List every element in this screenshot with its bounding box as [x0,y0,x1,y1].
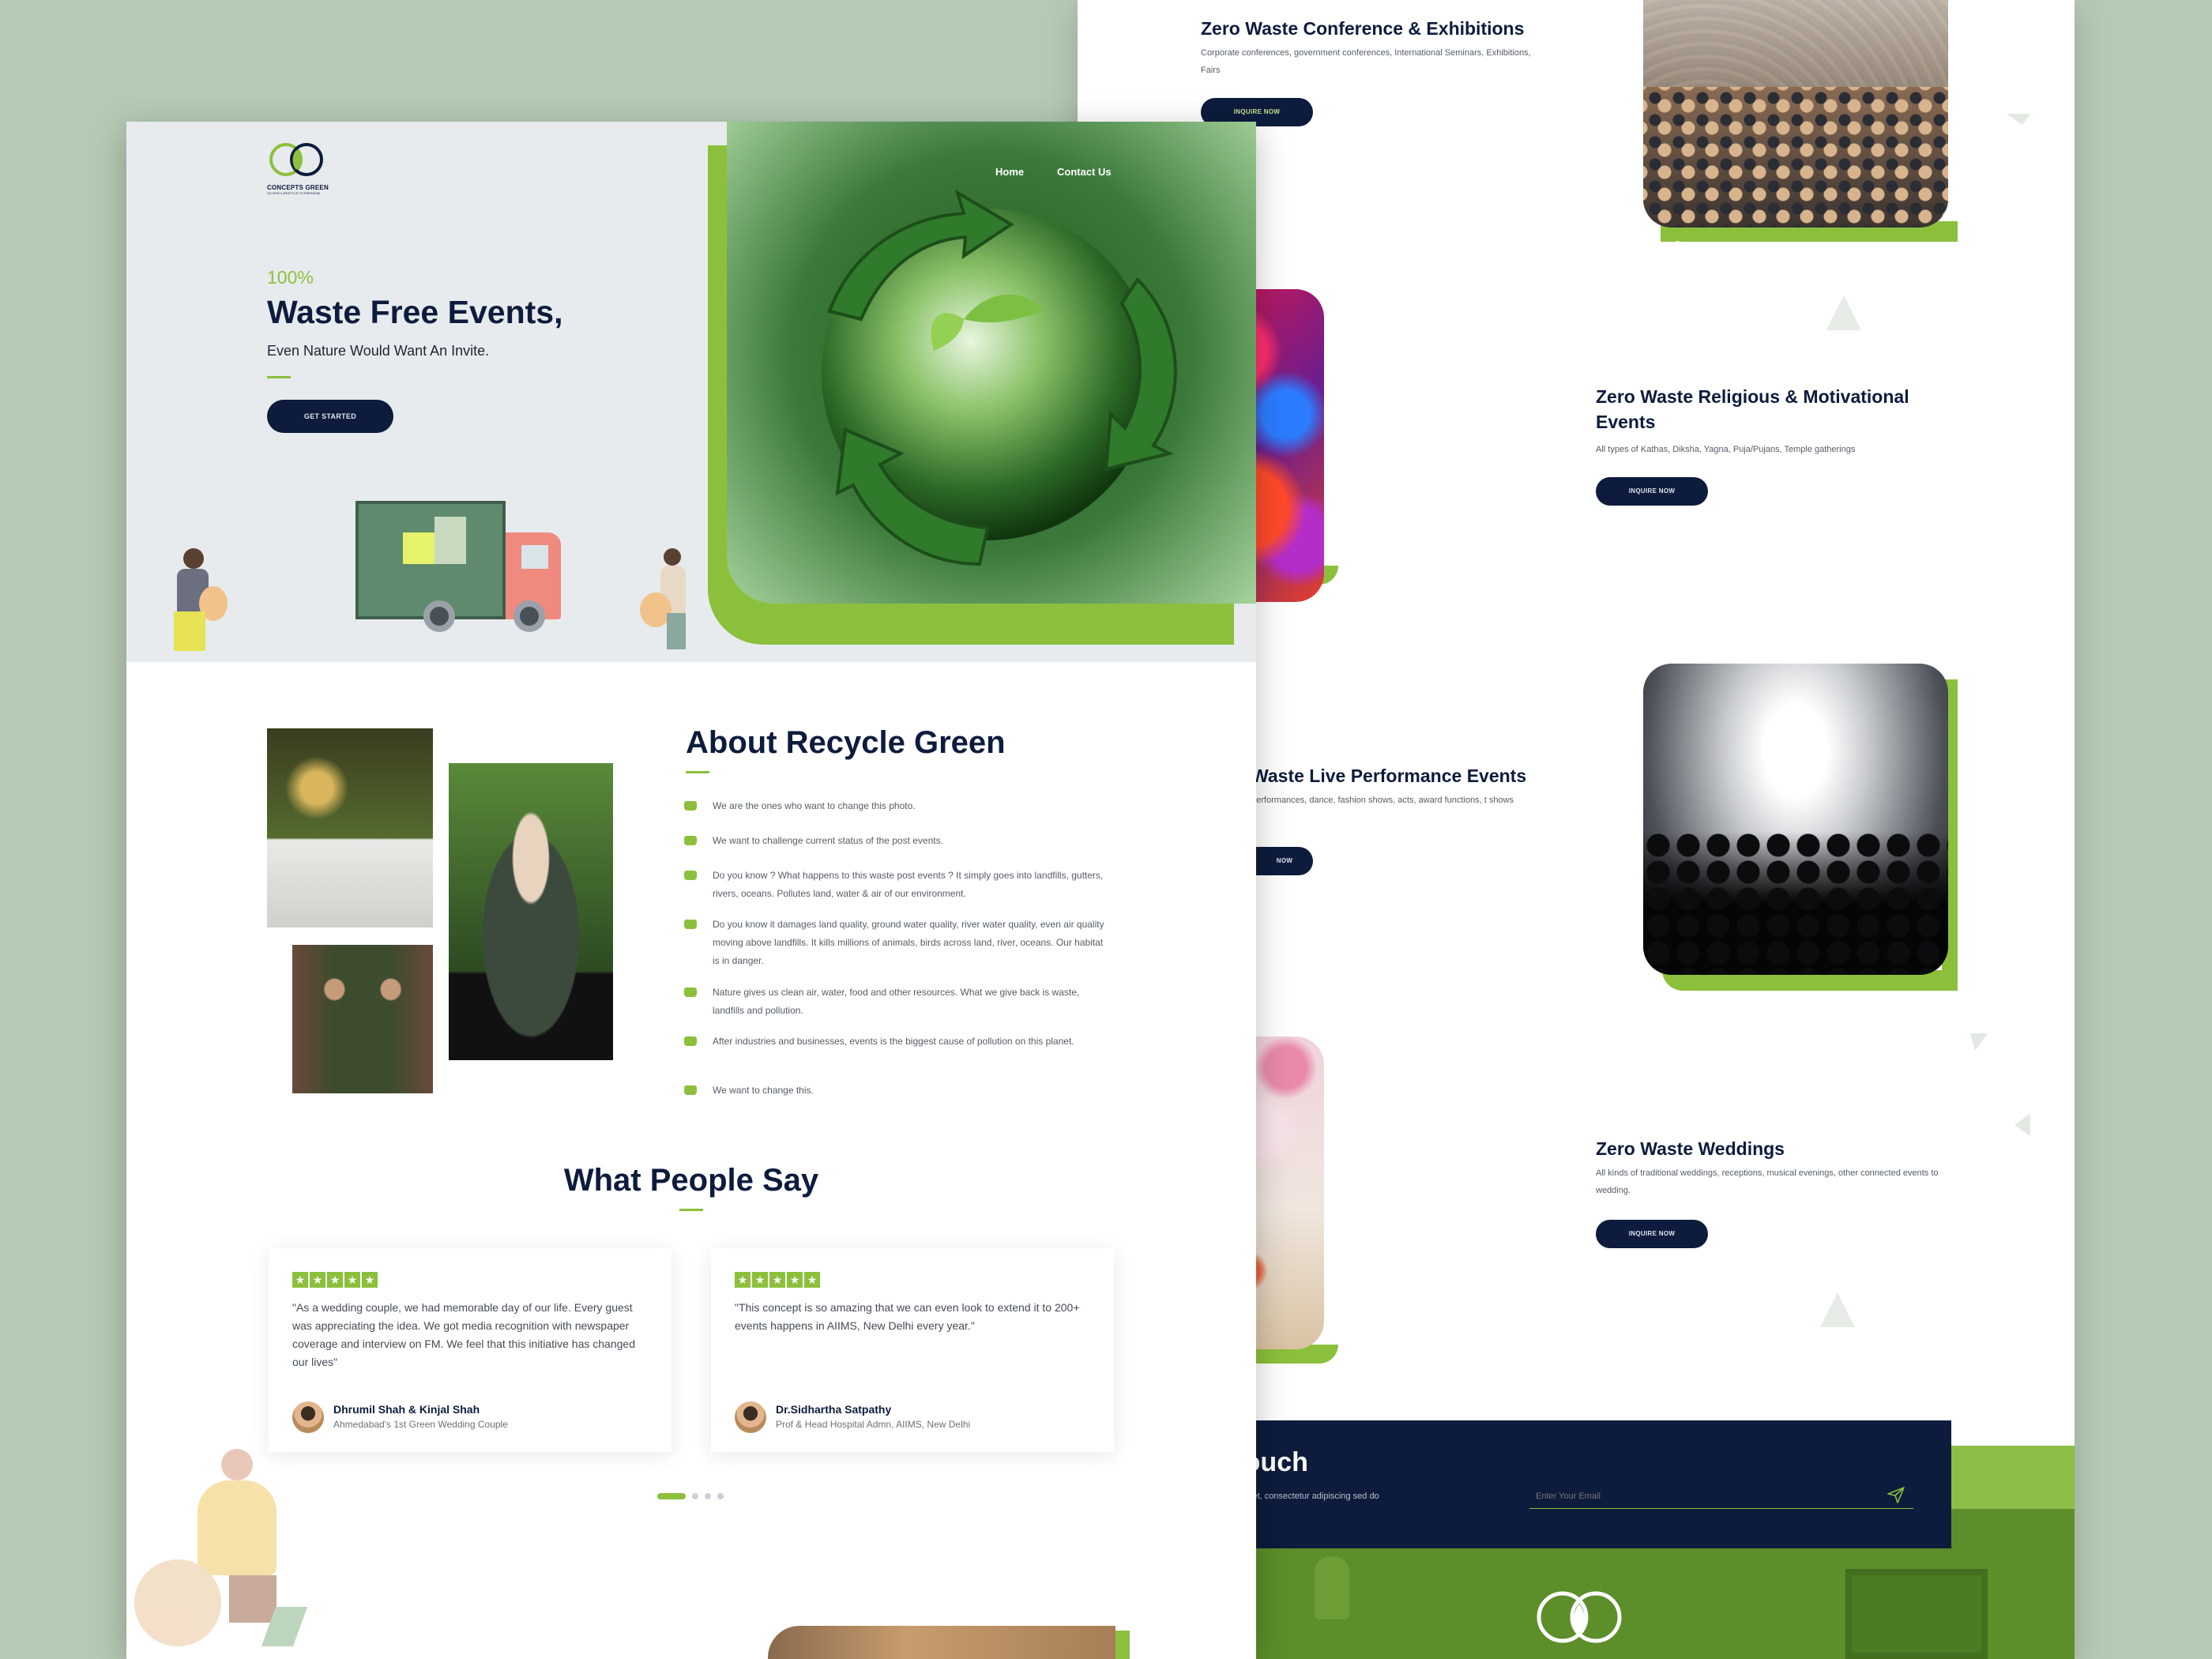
recycle-globe-icon [822,189,1177,566]
about-photo-1 [267,728,433,927]
brand-logo[interactable]: CONCEPTS GREEN SO WITH LIFESTYLE TO FREE… [267,141,338,201]
inquire-button-wedding[interactable]: INQUIRE NOW [1596,1220,1708,1248]
check-icon [684,988,697,997]
decor-triangle [2007,114,2030,125]
concert-crowd-photo [1643,664,1948,975]
person-recycling-illustration [134,1441,308,1654]
hero-eyebrow: 100% [267,267,314,288]
about-title: About Recycle Green [686,725,1006,760]
about-divider [686,771,709,773]
hero-subtitle: Even Nature Would Want An Invite. [267,343,490,359]
bottom-accent-bar [1114,1631,1130,1659]
check-icon [684,801,697,811]
home-page: CONCEPTS GREEN SO WITH LIFESTYLE TO FREE… [126,122,1256,1659]
star-icon: ★ [344,1272,360,1288]
decor-triangle [1820,1292,1855,1327]
about-photo-3 [292,945,433,1093]
hero-section: CONCEPTS GREEN SO WITH LIFESTYLE TO FREE… [126,122,1256,662]
conference-photo [1643,0,1948,228]
footer-figure-illustration [1315,1556,1349,1620]
about-item: Nature gives us clean air, water, food a… [713,987,1080,1016]
footer-truck-illustration [1845,1569,1988,1659]
check-icon [684,1085,697,1095]
decor-triangle [1970,1033,1988,1051]
logo-mark-icon [269,143,323,176]
event-desc-religious: All types of Kathas, Diksha, Yagna, Puja… [1596,445,1856,454]
about-item: We want to change this. [713,1085,814,1096]
footer-logo [1533,1589,1627,1645]
about-photo-2 [449,763,613,1060]
star-icon: ★ [735,1272,750,1288]
decor-triangle [2014,1114,2030,1136]
reviewer-name: Dr.Sidhartha Satpathy [776,1403,892,1416]
bottom-section-image [768,1626,1115,1659]
hero-divider [267,376,291,378]
send-icon[interactable] [1887,1485,1905,1504]
email-input[interactable] [1529,1484,1913,1509]
star-icon: ★ [310,1272,325,1288]
event-title-wedding: Zero Waste Weddings [1596,1138,1785,1159]
about-item: We want to challenge current status of t… [713,835,943,846]
recycling-truck-illustration [356,501,569,635]
avatar [735,1401,766,1433]
nav-home[interactable]: Home [995,166,1024,178]
event-title-live: Waste Live Performance Events [1251,766,1527,786]
reviewer-name: Dhrumil Shah & Kinjal Shah [333,1403,480,1416]
check-icon [684,1036,697,1046]
star-icon: ★ [769,1272,785,1288]
testimonial-card: ★ ★ ★ ★ ★ "As a wedding couple, we had m… [269,1248,672,1452]
event-title-conference: Zero Waste Conference & Exhibitions [1201,18,1525,39]
person-with-bag-illustration-right [640,548,700,659]
carousel-dot[interactable] [717,1493,724,1499]
avatar [292,1401,324,1433]
hero-recycle-earth-image [727,122,1256,604]
testimonial-quote: "As a wedding couple, we had memorable d… [292,1301,635,1368]
event-desc-wedding: All kinds of traditional weddings, recep… [1596,1168,1939,1195]
star-icon: ★ [804,1272,820,1288]
brand-tagline: SO WITH LIFESTYLE TO FREEDOM [267,191,320,195]
get-started-button[interactable]: GET STARTED [267,400,393,433]
testimonial-card: ★ ★ ★ ★ ★ "This concept is so amazing th… [711,1248,1114,1452]
about-item: Do you know it damages land quality, gro… [713,919,1104,966]
testimonials-divider [679,1209,703,1211]
decor-triangle [1826,295,1861,330]
testimonials-title: What People Say [563,1163,819,1198]
star-icon: ★ [292,1272,308,1288]
inquire-button-live[interactable]: NOW [1256,847,1313,875]
star-icon: ★ [327,1272,343,1288]
testimonial-quote: "This concept is so amazing that we can … [735,1301,1080,1332]
person-with-bag-illustration [167,548,228,659]
star-icon: ★ [362,1272,378,1288]
check-icon [684,836,697,845]
inquire-button-religious[interactable]: INQUIRE NOW [1596,477,1708,506]
reviewer-role: Ahmedabad's 1st Green Wedding Couple [333,1419,508,1430]
hero-title: Waste Free Events, [267,294,563,330]
carousel-dot-active[interactable] [657,1493,686,1499]
event-title-religious: Zero Waste Religious & Motivational Even… [1596,386,1909,432]
star-icon: ★ [752,1272,768,1288]
carousel-dot[interactable] [692,1493,698,1499]
rating-stars: ★ ★ ★ ★ ★ [735,1272,820,1288]
carousel-dot[interactable] [705,1493,711,1499]
check-icon [684,871,697,880]
event-desc-live: performances, dance, fashion shows, acts… [1251,796,1514,805]
check-icon [684,920,697,929]
brand-name: CONCEPTS GREEN [267,184,329,191]
nav-contact-us[interactable]: Contact Us [1057,166,1112,178]
contact-box: et in touch m ipsum dolor sit amet, cons… [1172,1420,1951,1548]
about-item: We are the ones who want to change this … [713,800,916,811]
reviewer-role: Prof & Head Hospital Admn, AIIMS, New De… [776,1419,971,1430]
about-item: After industries and businesses, events … [713,1036,1074,1047]
rating-stars: ★ ★ ★ ★ ★ [292,1272,378,1288]
about-item: Do you know ? What happens to this waste… [713,870,1104,899]
star-icon: ★ [787,1272,803,1288]
event-desc-conference: Corporate conferences, government confer… [1201,48,1531,75]
